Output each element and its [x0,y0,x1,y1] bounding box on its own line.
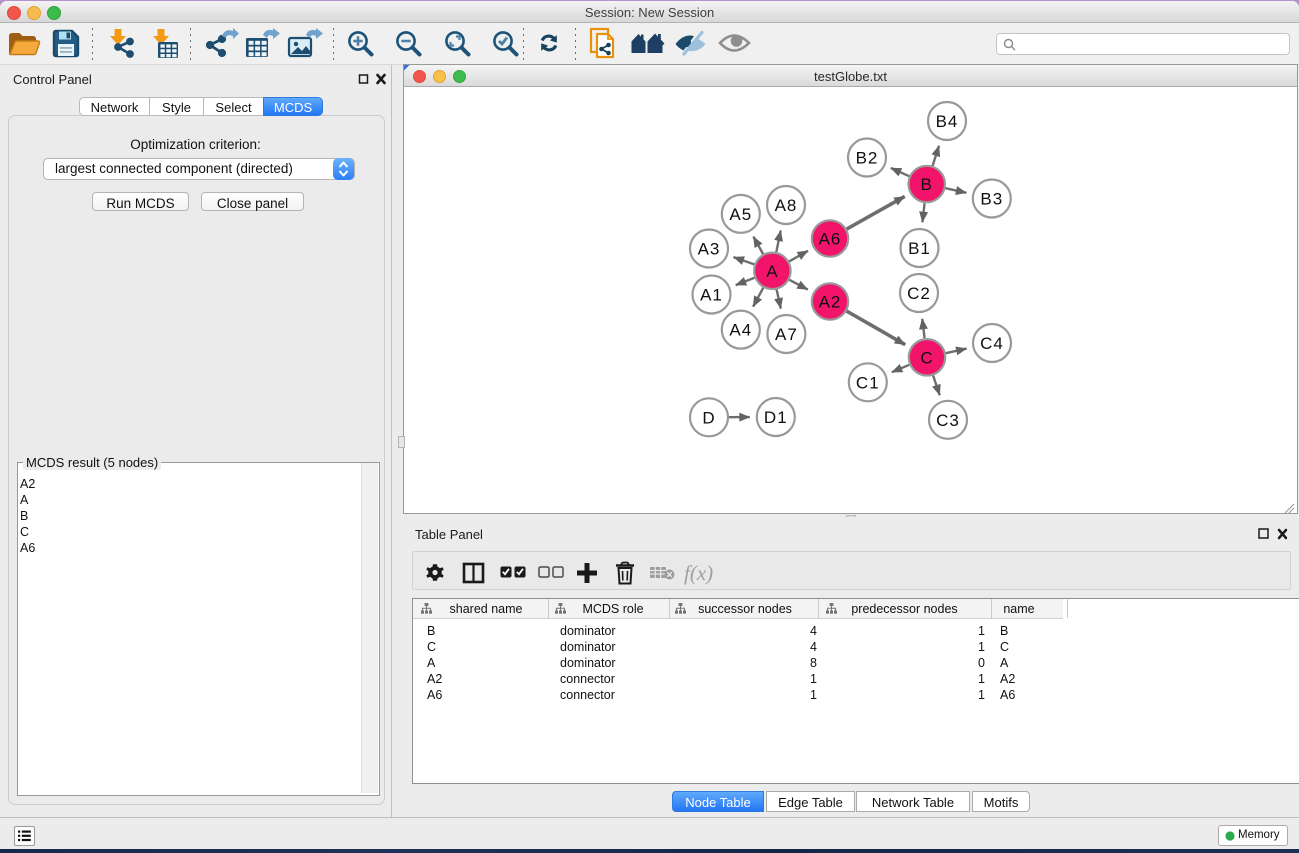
svg-text:A7: A7 [775,325,798,344]
svg-text:A6: A6 [819,230,842,249]
svg-text:D1: D1 [764,408,788,427]
svg-text:B1: B1 [908,239,931,258]
svg-text:A4: A4 [729,321,752,340]
svg-text:A5: A5 [729,205,752,224]
svg-text:D: D [702,408,715,427]
svg-text:A2: A2 [819,293,842,312]
svg-text:A3: A3 [698,240,721,259]
svg-text:C4: C4 [980,334,1004,353]
svg-text:A8: A8 [775,196,798,215]
svg-text:C: C [920,348,933,367]
svg-text:C3: C3 [936,411,960,430]
svg-text:B3: B3 [980,190,1003,209]
svg-text:B2: B2 [856,149,879,168]
svg-text:A: A [766,262,778,281]
svg-text:B4: B4 [936,112,959,131]
svg-text:B: B [921,175,933,194]
svg-text:A1: A1 [700,286,723,305]
svg-text:C2: C2 [907,284,931,303]
svg-text:C1: C1 [856,373,880,392]
